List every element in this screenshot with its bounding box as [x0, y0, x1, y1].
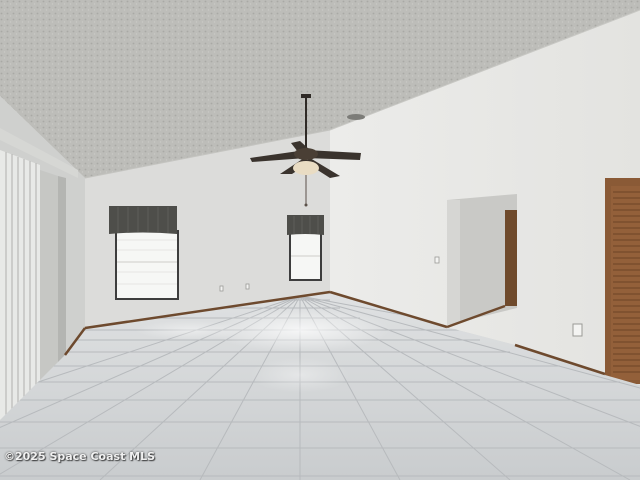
room-illustration — [0, 0, 640, 480]
mls-watermark: ©2025 Space Coast MLS — [4, 450, 156, 463]
wall-outlet — [572, 323, 583, 337]
room-photo: ©2025 Space Coast MLS — [0, 0, 640, 480]
closet-door — [605, 178, 640, 384]
window-left — [109, 206, 179, 300]
window-right — [287, 215, 324, 281]
hall-door — [505, 210, 517, 306]
